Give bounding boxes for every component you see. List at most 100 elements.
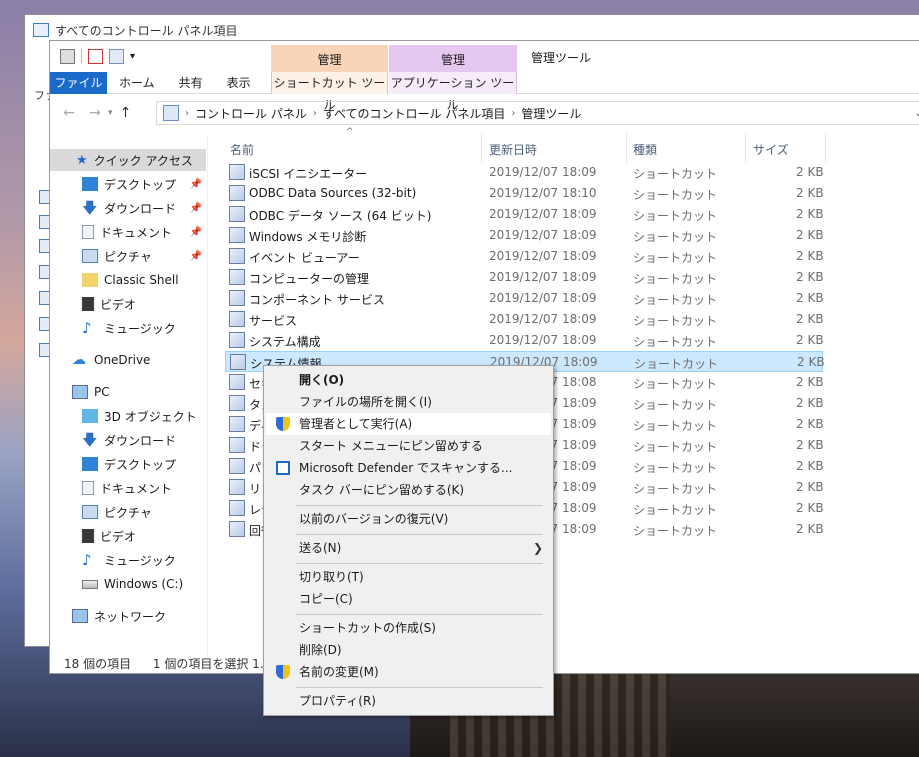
navigation-pane: ★ クイック アクセス デスクトップ 📌 🡇 ダウンロード 📌 ドキュメント 📌… — [50, 137, 208, 657]
file-type: ショートカット — [633, 314, 718, 328]
menu-item-defender-scan[interactable]: Microsoft Defender でスキャンする... — [266, 457, 551, 479]
sidebar-item-classic-shell[interactable]: Classic Shell — [82, 269, 206, 291]
cloud-icon: ☁ — [72, 352, 86, 368]
menu-item-delete[interactable]: 削除(D) — [266, 639, 551, 661]
menu-separator — [296, 687, 543, 688]
column-header-date[interactable]: 更新日時 — [489, 139, 537, 161]
forward-arrow-icon[interactable]: → — [82, 105, 108, 121]
sidebar-item-desktop[interactable]: デスクトップ 📌 — [82, 173, 206, 195]
navigation-bar: ← → ▾ ↑ › コントロール パネル › すべてのコントロール パネル項目 … — [50, 99, 919, 127]
chevron-right-icon[interactable]: › — [185, 108, 189, 119]
file-size: 2 KB — [796, 228, 824, 242]
sidebar-item-pc-videos[interactable]: ビデオ — [82, 525, 206, 547]
file-size: 2 KB — [796, 375, 824, 389]
menu-item-restore-versions[interactable]: 以前のバージョンの復元(V) — [266, 508, 551, 530]
desktop-icon — [82, 457, 98, 471]
file-size: 2 KB — [796, 207, 824, 221]
breadcrumb-control-panel[interactable]: コントロール パネル — [195, 105, 307, 122]
context-menu: 開く(O) ファイルの場所を開く(I) 管理者として実行(A) スタート メニュ… — [263, 365, 554, 716]
pin-icon[interactable]: 📌 — [190, 179, 202, 190]
file-row[interactable]: ODBC Data Sources (32-bit) 2019/12/07 18… — [225, 183, 824, 204]
new-folder-icon[interactable] — [109, 48, 124, 64]
sidebar-item-videos[interactable]: ビデオ — [82, 293, 206, 315]
menu-item-cut[interactable]: 切り取り(T) — [266, 566, 551, 588]
sort-ascending-icon: ^ — [346, 127, 354, 137]
status-bar: 18 個の項目 1 個の項目を選択 1.08 — [64, 655, 279, 672]
file-size: 2 KB — [796, 333, 824, 347]
tab-application-tools[interactable]: アプリケーション ツール — [389, 72, 517, 112]
pin-icon[interactable]: 📌 — [190, 227, 202, 238]
sidebar-item-pc-desktop[interactable]: デスクトップ — [82, 453, 206, 475]
sidebar-item-pc-downloads[interactable]: 🡇 ダウンロード — [82, 429, 206, 451]
sidebar-item-music[interactable]: ♪ ミュージック — [82, 317, 206, 339]
sidebar-item-onedrive[interactable]: ☁ OneDrive — [72, 349, 206, 371]
shortcut-icon — [229, 164, 245, 180]
folder-icon — [82, 273, 98, 287]
file-row[interactable]: Windows メモリ診断 2019/12/07 18:09 ショートカット 2… — [225, 225, 824, 246]
file-size: 2 KB — [796, 501, 824, 515]
sidebar-item-pc-pictures[interactable]: ピクチャ — [82, 501, 206, 523]
menu-item-send-to[interactable]: 送る(N) ❯ — [266, 537, 551, 559]
sidebar-item-quick-access[interactable]: ★ クイック アクセス — [50, 149, 206, 171]
ribbon-tabs: ファイル ホーム 共有 表示 ショートカット ツール アプリケーション ツール — [50, 72, 919, 112]
file-row[interactable]: イベント ビューアー 2019/12/07 18:09 ショートカット 2 KB — [225, 246, 824, 267]
file-row[interactable]: ODBC データ ソース (64 ビット) 2019/12/07 18:09 シ… — [225, 204, 824, 225]
menu-item-open[interactable]: 開く(O) — [266, 369, 551, 391]
pin-icon[interactable]: 📌 — [190, 203, 202, 214]
column-header-name[interactable]: 名前 — [230, 139, 254, 161]
up-arrow-icon[interactable]: ↑ — [113, 105, 139, 121]
sidebar-item-pictures[interactable]: ピクチャ 📌 — [82, 245, 206, 267]
sidebar-item-downloads[interactable]: 🡇 ダウンロード 📌 — [82, 197, 206, 219]
address-bar[interactable]: › コントロール パネル › すべてのコントロール パネル項目 › 管理ツール … — [156, 101, 919, 125]
file-row[interactable]: コンポーネント サービス 2019/12/07 18:09 ショートカット 2 … — [225, 288, 824, 309]
file-row[interactable]: iSCSI イニシエーター 2019/12/07 18:09 ショートカット 2… — [225, 162, 824, 183]
menu-item-pin-start[interactable]: スタート メニューにピン留めする — [266, 435, 551, 457]
file-row[interactable]: サービス 2019/12/07 18:09 ショートカット 2 KB — [225, 309, 824, 330]
file-type: ショートカット — [633, 419, 718, 433]
file-row[interactable]: コンピューターの管理 2019/12/07 18:09 ショートカット 2 KB — [225, 267, 824, 288]
file-type: ショートカット — [633, 524, 718, 538]
column-divider[interactable] — [745, 133, 746, 163]
tab-share[interactable]: 共有 — [167, 72, 215, 94]
context-group-manage-shortcut: 管理 — [271, 45, 388, 73]
column-divider[interactable] — [825, 133, 826, 163]
tab-home[interactable]: ホーム — [107, 72, 167, 94]
breadcrumb-admin-tools[interactable]: 管理ツール — [521, 105, 581, 122]
desktop-icon — [82, 177, 98, 191]
menu-item-pin-taskbar[interactable]: タスク バーにピン留めする(K) — [266, 479, 551, 501]
sidebar-item-drive-c[interactable]: Windows (C:) — [82, 573, 206, 595]
column-header-type[interactable]: 種類 — [633, 139, 657, 161]
menu-item-create-shortcut[interactable]: ショートカットの作成(S) — [266, 617, 551, 639]
tab-shortcut-tools[interactable]: ショートカット ツール — [271, 72, 388, 112]
properties-icon[interactable] — [88, 48, 103, 64]
sidebar-item-network[interactable]: ネットワーク — [72, 605, 206, 627]
sidebar-item-pc-music[interactable]: ♪ ミュージック — [82, 549, 206, 571]
menu-item-run-as-admin[interactable]: 管理者として実行(A) — [266, 413, 551, 435]
column-header-size[interactable]: サイズ — [753, 139, 789, 161]
address-dropdown-icon[interactable]: ⌄ — [915, 108, 919, 119]
file-name: iSCSI イニシエーター — [249, 167, 368, 181]
menu-separator — [296, 505, 543, 506]
column-divider[interactable] — [626, 133, 627, 163]
customize-toolbar-icon[interactable]: ▾ — [130, 51, 135, 62]
back-arrow-icon[interactable]: ← — [56, 105, 82, 121]
file-type: ショートカット — [633, 167, 718, 181]
sidebar-item-pc-documents[interactable]: ドキュメント — [82, 477, 206, 499]
menu-item-rename[interactable]: 名前の変更(M) — [266, 661, 551, 683]
pin-icon[interactable]: 📌 — [190, 251, 202, 262]
sidebar-item-documents[interactable]: ドキュメント 📌 — [82, 221, 206, 243]
menu-item-open-location[interactable]: ファイルの場所を開く(I) — [266, 391, 551, 413]
menu-item-copy[interactable]: コピー(C) — [266, 588, 551, 610]
menu-item-properties[interactable]: プロパティ(R) — [266, 690, 551, 712]
chevron-right-icon[interactable]: › — [313, 108, 317, 119]
file-row[interactable]: システム構成 2019/12/07 18:09 ショートカット 2 KB — [225, 330, 824, 351]
file-name: システム構成 — [249, 335, 321, 349]
column-divider[interactable] — [481, 133, 482, 163]
window-menu-icon[interactable] — [60, 48, 75, 64]
tab-view[interactable]: 表示 — [215, 72, 263, 94]
breadcrumb-all-items[interactable]: すべてのコントロール パネル項目 — [323, 105, 506, 122]
sidebar-item-pc[interactable]: PC — [72, 381, 206, 403]
sidebar-item-3d-objects[interactable]: 3D オブジェクト — [82, 405, 206, 427]
chevron-right-icon[interactable]: › — [511, 108, 515, 119]
tab-file[interactable]: ファイル — [50, 72, 107, 94]
